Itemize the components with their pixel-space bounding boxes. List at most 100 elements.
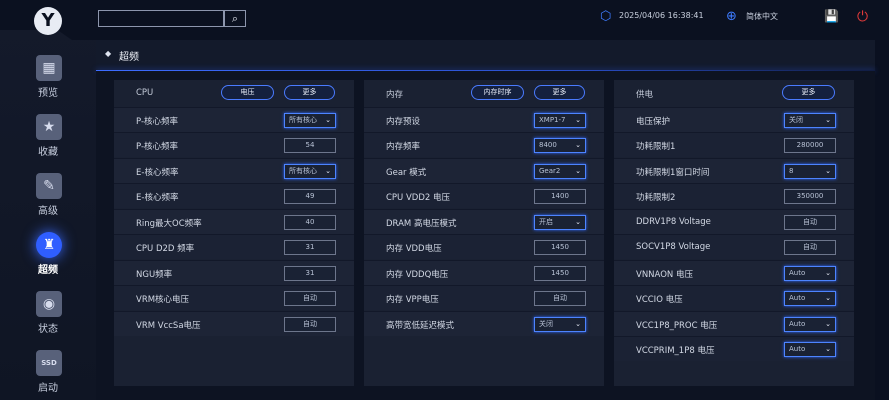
setting-row: VCCPRIM_1P8 电压 Auto ⌄: [614, 336, 854, 361]
setting-row: VNNAON 电压 Auto ⌄: [614, 260, 854, 285]
setting-select[interactable]: Auto ⌄: [784, 266, 836, 281]
panel-header: CPU 电压 更多: [114, 80, 354, 106]
select-value: XMP1-7: [539, 116, 566, 124]
setting-select[interactable]: 关闭 ⌄: [784, 113, 836, 128]
panel-header: 供电 更多: [614, 80, 854, 106]
panel-power: 供电 更多 电压保护 关闭 ⌄ 功耗限制1 280000 功耗限制1窗口时间 8 ⌄…: [614, 80, 854, 386]
sidebar-item-overclock[interactable]: ♜ 超频: [0, 232, 96, 284]
setting-row: SOCV1P8 Voltage 自动: [614, 234, 854, 259]
select-value: 8400: [539, 141, 557, 149]
chevron-down-icon: ⌄: [825, 345, 831, 353]
setting-row: 内存 VDD电压 1450: [364, 234, 604, 259]
gear-icon[interactable]: ⬡: [600, 9, 611, 24]
setting-input[interactable]: 1400: [534, 189, 586, 204]
select-value: Gear2: [539, 167, 561, 175]
panel-memory: 内存 内存时序 更多 内存预设 XMP1-7 ⌄ 内存频率 8400 ⌄ Gear …: [364, 80, 604, 386]
setting-input[interactable]: 49: [284, 189, 336, 204]
setting-input[interactable]: 自动: [784, 240, 836, 255]
setting-input[interactable]: 31: [284, 240, 336, 255]
sidebar-item-label: 超频: [38, 265, 58, 276]
panel-header: 内存 内存时序 更多: [364, 80, 604, 106]
sidebar-item-status[interactable]: ◉ 状态: [0, 291, 96, 343]
setting-select[interactable]: XMP1-7 ⌄: [534, 113, 586, 128]
panel-title: 供电: [636, 90, 654, 100]
app-logo: Y: [34, 7, 62, 35]
setting-input[interactable]: 1450: [534, 240, 586, 255]
setting-select[interactable]: Auto ⌄: [784, 291, 836, 306]
setting-select[interactable]: 所有核心 ⌄: [284, 113, 336, 128]
setting-label: 内存 VDD电压: [386, 244, 442, 254]
setting-select[interactable]: Auto ⌄: [784, 342, 836, 357]
chevron-down-icon: ⌄: [825, 116, 831, 124]
chevron-down-icon: ⌄: [575, 320, 581, 328]
setting-select[interactable]: 8 ⌄: [784, 164, 836, 179]
setting-select[interactable]: 8400 ⌄: [534, 138, 586, 153]
sidebar-item-advanced[interactable]: ✎ 高级: [0, 173, 96, 225]
setting-select[interactable]: 关闭 ⌄: [534, 317, 586, 332]
power-icon[interactable]: ⏻: [857, 9, 868, 25]
panel-cpu: CPU 电压 更多 P-核心频率 所有核心 ⌄ P-核心频率 54 E-核心频率 …: [114, 80, 354, 386]
setting-input[interactable]: 280000: [784, 138, 836, 153]
setting-input[interactable]: 自动: [284, 317, 336, 332]
setting-label: 高带宽低延迟模式: [386, 321, 455, 331]
globe-icon[interactable]: ⊕: [726, 9, 737, 24]
setting-row: 内存 VDDQ电压 1450: [364, 260, 604, 285]
page-title: 超频: [119, 52, 139, 63]
voltage-button[interactable]: 电压: [221, 85, 274, 100]
setting-label: 内存 VPP电压: [386, 295, 439, 305]
sidebar-item-label: 高级: [38, 206, 58, 217]
setting-row: 内存频率 8400 ⌄: [364, 132, 604, 157]
setting-row: 内存 VPP电压 自动: [364, 285, 604, 310]
setting-input[interactable]: 350000: [784, 189, 836, 204]
setting-row: DDRV1P8 Voltage 自动: [614, 209, 854, 234]
chevron-down-icon: ⌄: [825, 269, 831, 277]
more-button[interactable]: 更多: [284, 85, 335, 100]
setting-input[interactable]: 自动: [534, 291, 586, 306]
setting-label: DRAM 高电压模式: [386, 219, 457, 229]
setting-label: 内存预设: [386, 117, 421, 127]
setting-select[interactable]: Auto ⌄: [784, 317, 836, 332]
select-value: 关闭: [789, 116, 803, 124]
setting-row: VRM VccSa电压 自动: [114, 311, 354, 336]
setting-input[interactable]: 自动: [784, 215, 836, 230]
chevron-down-icon: ⌄: [575, 218, 581, 226]
setting-label: Ring最大OC频率: [136, 219, 202, 229]
select-value: 所有核心: [289, 167, 317, 175]
sidebar-item-label: 收藏: [38, 147, 58, 158]
setting-row: Ring最大OC频率 40: [114, 209, 354, 234]
setting-row: P-核心频率 所有核心 ⌄: [114, 107, 354, 132]
setting-input[interactable]: 40: [284, 215, 336, 230]
sidebar-item-preview[interactable]: ▦ 预览: [0, 55, 96, 107]
more-button[interactable]: 更多: [534, 85, 585, 100]
setting-row: 内存预设 XMP1-7 ⌄: [364, 107, 604, 132]
setting-label: 电压保护: [636, 117, 671, 127]
save-icon[interactable]: 💾: [824, 9, 839, 23]
memory-timing-button[interactable]: 内存时序: [471, 85, 524, 100]
setting-input[interactable]: 31: [284, 266, 336, 281]
select-value: 8: [789, 167, 794, 175]
setting-row: VCCIO 电压 Auto ⌄: [614, 285, 854, 310]
setting-label: P-核心频率: [136, 117, 179, 127]
setting-input[interactable]: 54: [284, 138, 336, 153]
chevron-down-icon: ⌄: [575, 167, 581, 175]
setting-label: SOCV1P8 Voltage: [636, 242, 711, 252]
search-input[interactable]: [98, 10, 224, 27]
panel-title: 内存: [386, 90, 404, 100]
setting-row: 功耗限制1窗口时间 8 ⌄: [614, 158, 854, 183]
setting-select[interactable]: Gear2 ⌄: [534, 164, 586, 179]
setting-select[interactable]: 所有核心 ⌄: [284, 164, 336, 179]
setting-input[interactable]: 1450: [534, 266, 586, 281]
ssd-icon: SSD: [36, 350, 62, 376]
language-selector[interactable]: 简体中文: [746, 11, 778, 22]
sidebar-item-favorites[interactable]: ★ 收藏: [0, 114, 96, 166]
setting-select[interactable]: 开启 ⌄: [534, 215, 586, 230]
setting-row: VCC1P8_PROC 电压 Auto ⌄: [614, 311, 854, 336]
sidebar-item-boot[interactable]: SSD 启动: [0, 350, 96, 400]
setting-row: E-核心频率 所有核心 ⌄: [114, 158, 354, 183]
sidebar-item-label: 预览: [38, 88, 58, 99]
search-icon[interactable]: ⌕: [224, 10, 246, 27]
setting-row: Gear 模式 Gear2 ⌄: [364, 158, 604, 183]
star-icon: ★: [36, 114, 62, 140]
more-button[interactable]: 更多: [782, 85, 835, 100]
setting-input[interactable]: 自动: [284, 291, 336, 306]
